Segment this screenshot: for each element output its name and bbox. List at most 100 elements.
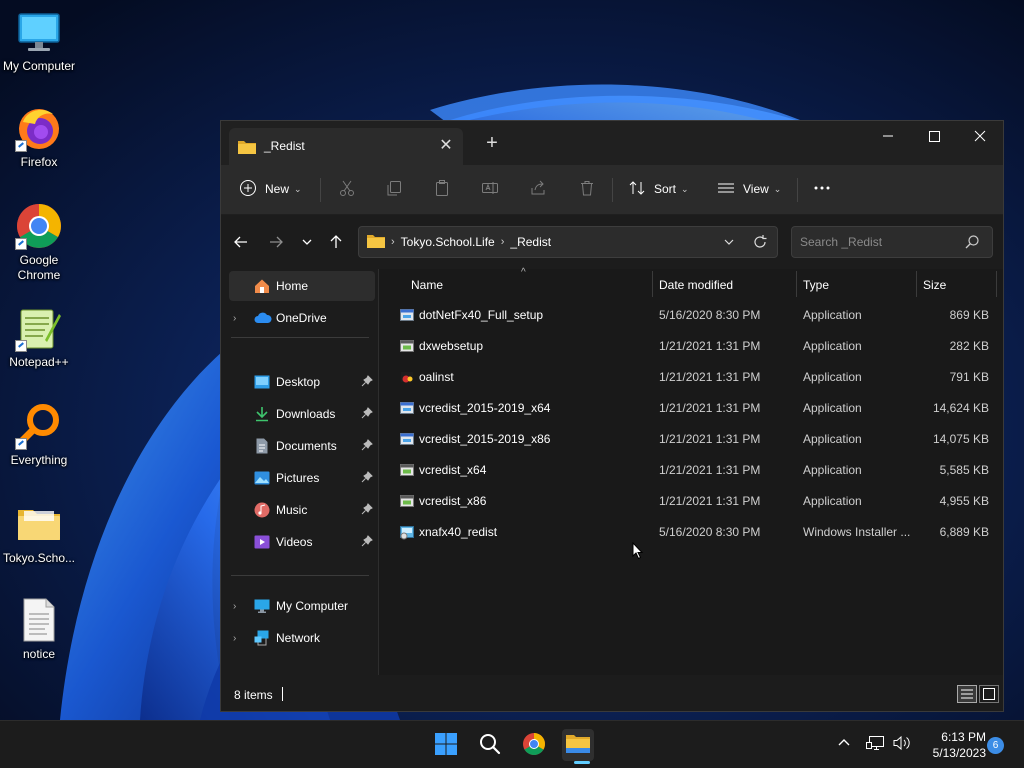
taskbar-search-button[interactable] bbox=[474, 729, 506, 761]
notification-badge[interactable]: 6 bbox=[987, 737, 1004, 754]
chevron-right-icon[interactable]: › bbox=[233, 313, 236, 324]
column-header-size[interactable]: Size bbox=[923, 269, 946, 301]
pin-icon[interactable] bbox=[361, 535, 373, 550]
file-row[interactable]: vcredist_2015-2019_x86 1/21/2021 1:31 PM… bbox=[393, 424, 993, 454]
column-divider[interactable] bbox=[916, 271, 917, 297]
recent-locations-button[interactable] bbox=[296, 231, 318, 253]
network-status-icon[interactable] bbox=[866, 734, 886, 755]
file-row[interactable]: xnafx40_redist 5/16/2020 8:30 PM Windows… bbox=[393, 517, 993, 547]
taskbar-file-explorer-button[interactable] bbox=[562, 729, 594, 764]
file-row[interactable]: dxwebsetup 1/21/2021 1:31 PM Application… bbox=[393, 331, 993, 361]
sidebar-item-home[interactable]: Home bbox=[229, 271, 375, 301]
desktop-icon-everything[interactable]: Everything bbox=[0, 402, 78, 468]
sidebar-item-documents[interactable]: Documents bbox=[229, 431, 375, 461]
sidebar-item-label: Videos bbox=[276, 535, 313, 549]
chrome-icon bbox=[522, 732, 546, 759]
search-box[interactable] bbox=[791, 226, 993, 258]
taskbar-chrome-button[interactable] bbox=[518, 729, 550, 761]
more-options-button[interactable] bbox=[813, 175, 831, 203]
msi-installer-icon bbox=[399, 524, 415, 540]
system-clock[interactable]: 6:13 PM 5/13/2023 bbox=[918, 729, 986, 761]
status-divider bbox=[282, 687, 283, 701]
desktop-icon-notice[interactable]: notice bbox=[0, 596, 78, 662]
file-row[interactable]: dotNetFx40_Full_setup 5/16/2020 8:30 PM … bbox=[393, 300, 993, 330]
file-row[interactable]: vcredist_x64 1/21/2021 1:31 PM Applicati… bbox=[393, 455, 993, 485]
back-button[interactable] bbox=[230, 231, 252, 253]
sort-ascending-icon: ^ bbox=[521, 267, 526, 278]
desktop-icon-label: Google Chrome bbox=[17, 253, 61, 282]
breadcrumb-item[interactable]: Tokyo.School.Life bbox=[401, 235, 495, 249]
file-row[interactable]: oalinst 1/21/2021 1:31 PM Application 79… bbox=[393, 362, 993, 392]
search-input[interactable] bbox=[792, 227, 962, 257]
sidebar-item-pictures[interactable]: Pictures bbox=[229, 463, 375, 493]
sidebar-item-onedrive[interactable]: › OneDrive bbox=[229, 303, 375, 333]
sidebar-item-desktop[interactable]: Desktop bbox=[229, 367, 375, 397]
copy-button[interactable] bbox=[385, 175, 403, 203]
videos-icon bbox=[254, 534, 270, 553]
pin-icon[interactable] bbox=[361, 407, 373, 422]
delete-button[interactable] bbox=[578, 175, 596, 203]
chevron-right-icon[interactable]: › bbox=[233, 601, 236, 612]
command-bar: New ⌄ Sort ⌄ View ⌄ bbox=[221, 165, 1003, 215]
view-lines-icon bbox=[717, 179, 735, 200]
forward-button[interactable] bbox=[265, 231, 287, 253]
pin-icon[interactable] bbox=[361, 503, 373, 518]
shortcut-arrow-icon bbox=[15, 340, 27, 352]
sidebar-item-network[interactable]: › Network bbox=[229, 623, 375, 653]
pin-icon[interactable] bbox=[361, 471, 373, 486]
column-header-date-modified[interactable]: Date modified bbox=[659, 269, 733, 301]
start-button[interactable] bbox=[430, 729, 462, 761]
shortcut-arrow-icon bbox=[15, 140, 27, 152]
new-tab-button[interactable]: + bbox=[482, 133, 502, 153]
paste-button[interactable] bbox=[433, 175, 451, 203]
desktop-icon-tokyo-folder[interactable]: Tokyo.Scho... bbox=[0, 500, 78, 566]
sidebar-item-music[interactable]: Music bbox=[229, 495, 375, 525]
desktop-icon-chrome[interactable]: Google Chrome bbox=[0, 202, 78, 283]
share-button[interactable] bbox=[529, 175, 547, 203]
chevron-right-icon[interactable]: › bbox=[233, 633, 236, 644]
sidebar-item-videos[interactable]: Videos bbox=[229, 527, 375, 557]
file-date: 1/21/2021 1:31 PM bbox=[659, 432, 761, 446]
column-divider[interactable] bbox=[996, 271, 997, 297]
file-size: 6,889 KB bbox=[939, 525, 989, 539]
close-window-button[interactable] bbox=[957, 121, 1003, 151]
tab-redist[interactable]: _Redist ✕ bbox=[229, 128, 463, 165]
search-icon bbox=[964, 234, 980, 253]
maximize-button[interactable] bbox=[911, 121, 957, 151]
address-dropdown-button[interactable] bbox=[721, 233, 737, 254]
chevron-down-icon: ⌄ bbox=[773, 183, 782, 194]
volume-icon[interactable] bbox=[892, 734, 912, 755]
column-divider[interactable] bbox=[652, 271, 653, 297]
sidebar-item-downloads[interactable]: Downloads bbox=[229, 399, 375, 429]
column-header-type[interactable]: Type bbox=[803, 269, 829, 301]
file-row[interactable]: vcredist_2015-2019_x64 1/21/2021 1:31 PM… bbox=[393, 393, 993, 423]
show-hidden-icons-button[interactable] bbox=[836, 735, 852, 754]
desktop-icon-notepadpp[interactable]: Notepad++ bbox=[0, 304, 78, 370]
file-type: Application bbox=[803, 494, 862, 508]
trash-icon bbox=[578, 179, 596, 200]
column-divider[interactable] bbox=[796, 271, 797, 297]
rename-button[interactable] bbox=[481, 175, 499, 203]
minimize-button[interactable] bbox=[865, 121, 911, 151]
column-header-name[interactable]: Name bbox=[411, 269, 443, 301]
cut-button[interactable] bbox=[338, 175, 356, 203]
title-bar[interactable]: _Redist ✕ + bbox=[221, 121, 1003, 165]
close-tab-button[interactable]: ✕ bbox=[437, 137, 455, 155]
view-button[interactable]: View ⌄ bbox=[717, 175, 781, 203]
large-icons-view-button[interactable] bbox=[979, 685, 999, 703]
up-button[interactable] bbox=[325, 231, 347, 253]
file-row[interactable]: vcredist_x86 1/21/2021 1:31 PM Applicati… bbox=[393, 486, 993, 516]
new-button[interactable]: New ⌄ bbox=[239, 175, 302, 203]
details-view-button[interactable] bbox=[957, 685, 977, 703]
desktop-icon-my-computer[interactable]: My Computer bbox=[0, 8, 78, 74]
clock-time: 6:13 PM bbox=[941, 730, 986, 744]
breadcrumb-item[interactable]: _Redist bbox=[510, 235, 551, 249]
refresh-button[interactable] bbox=[751, 233, 769, 254]
sort-button[interactable]: Sort ⌄ bbox=[628, 175, 689, 203]
address-bar[interactable]: › Tokyo.School.Life › _Redist bbox=[358, 226, 778, 258]
desktop-icon-firefox[interactable]: Firefox bbox=[0, 104, 78, 170]
sidebar-item-my-computer[interactable]: › My Computer bbox=[229, 591, 375, 621]
pin-icon[interactable] bbox=[361, 375, 373, 390]
search-icon bbox=[478, 732, 502, 759]
pin-icon[interactable] bbox=[361, 439, 373, 454]
